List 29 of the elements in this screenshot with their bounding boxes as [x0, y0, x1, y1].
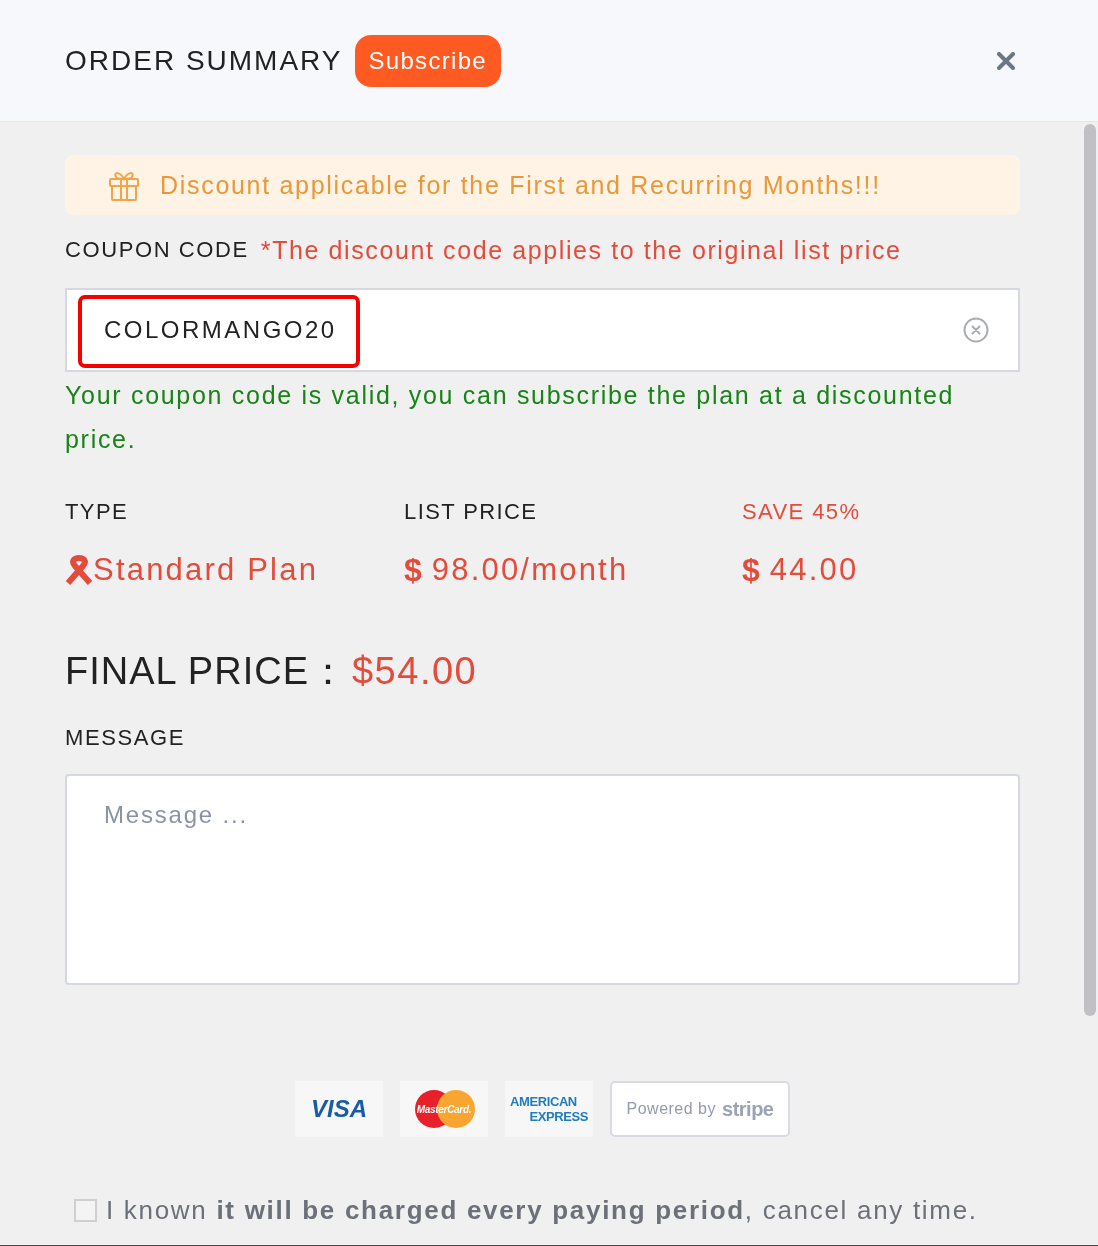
column-heading: LIST PRICE — [404, 500, 539, 524]
final-price-label: FINAL PRICE： — [65, 649, 348, 694]
close-icon[interactable] — [997, 51, 1015, 70]
amex-logo: AMERICAN EXPRESS — [505, 1081, 593, 1137]
column-value: Standard Plan — [93, 552, 319, 588]
scrollbar[interactable] — [1084, 124, 1096, 1016]
clear-icon[interactable] — [963, 317, 989, 343]
message-field[interactable]: Message ... — [65, 774, 1020, 985]
dollar-sign: $ — [742, 551, 760, 589]
subscribe-button[interactable]: Subscribe — [354, 34, 501, 87]
message-label: MESSAGE — [65, 726, 186, 750]
gift-icon — [108, 169, 140, 201]
coupon-note: *The discount code applies to the original list price — [260, 235, 902, 265]
column-value: 44.00 — [769, 552, 859, 588]
column-value: 98.00/month — [431, 552, 629, 588]
visa-logo: VISA — [295, 1081, 383, 1137]
banner-text: Discount applicable for the First and Recurring Months!!! — [160, 170, 881, 200]
coupon-field[interactable]: COLORMANGO20 — [65, 288, 1020, 372]
modal-title: ORDER SUMMARY — [65, 44, 343, 77]
coupon-label: COUPON CODE — [65, 237, 249, 263]
column-heading: SAVE 45% — [742, 500, 862, 524]
dollar-sign: $ — [404, 551, 422, 589]
agreement-checkbox[interactable] — [74, 1199, 97, 1222]
ribbon-icon — [65, 554, 93, 586]
coupon-status: Your coupon code is valid, you can subscribe the plan at a discounted price. — [65, 380, 956, 455]
column-heading: TYPE — [65, 500, 130, 524]
agreement-text: I known it will be charged every paying period, cancel any time. — [106, 1195, 978, 1226]
stripe-badge: Powered by stripe — [610, 1081, 790, 1137]
final-price-value: $54.00 — [352, 650, 478, 693]
